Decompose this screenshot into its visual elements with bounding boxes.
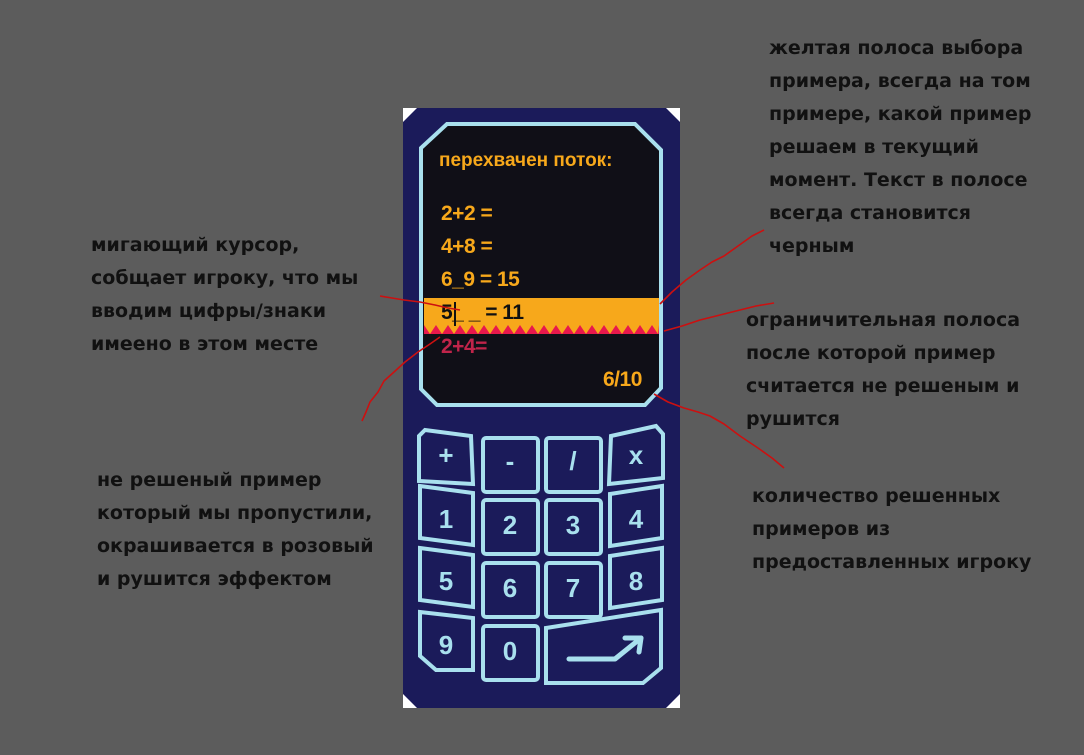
annotation-line: момент. Текст в полосе [769, 169, 1028, 191]
annotation-line: всегда становится [769, 202, 971, 224]
key-6[interactable]: 6 [483, 573, 537, 604]
annotation-line: после которой пример [746, 342, 996, 364]
annotation-line: считается не решеным и [746, 375, 1020, 397]
annotation-cursor: мигающий курсор, собщает игроку, что мы … [91, 229, 358, 361]
key-8[interactable]: 8 [609, 566, 663, 597]
score-counter: 6/10 [603, 368, 642, 391]
annotation-line: и рушится эффектом [97, 568, 332, 590]
key-1[interactable]: 1 [419, 504, 473, 535]
annotation-line: имеено в этом месте [91, 333, 319, 355]
annotation-line: примера, всегда на том [769, 70, 1031, 92]
phone-device: перехвачен поток: 2+2 = 4+8 = 6_9 = 15 5… [403, 108, 680, 708]
annotation-line: предоставленных игроку [752, 551, 1032, 573]
equation-row-unsolved: 2+4= [441, 335, 487, 358]
key-0[interactable]: 0 [483, 636, 537, 667]
annotation-line: примеров из [752, 518, 891, 540]
annotation-line: примере, какой пример [769, 103, 1032, 125]
key-enter[interactable] [546, 610, 661, 683]
annotation-limit-band: ограничительная полоса после которой при… [746, 304, 1020, 436]
key-4[interactable]: 4 [609, 504, 663, 535]
annotation-line: ограничительная полоса [746, 309, 1021, 331]
annotation-line: который мы пропустили, [97, 502, 373, 524]
annotation-line: количество решенных [752, 485, 1001, 507]
annotation-line: не решеный пример [97, 469, 322, 491]
equation-row: 2+2 = [441, 202, 493, 225]
annotation-line: вводим цифры/знаки [91, 300, 327, 322]
annotation-line: решаем в текущий [769, 136, 979, 158]
key-9[interactable]: 9 [419, 630, 473, 661]
key-minus[interactable]: - [483, 446, 537, 477]
key-multiply[interactable]: x [609, 440, 663, 471]
equation-row: 4+8 = [441, 235, 493, 258]
key-divide[interactable]: / [546, 446, 600, 477]
annotation-line: желтая полоса выбора [769, 37, 1024, 59]
screen-title: перехвачен поток: [439, 150, 613, 171]
key-3[interactable]: 3 [546, 510, 600, 541]
key-plus[interactable]: + [419, 440, 473, 471]
annotation-yellow-bar: желтая полоса выбора примера, всегда на … [769, 32, 1031, 263]
blinking-cursor [454, 302, 456, 326]
key-5[interactable]: 5 [419, 566, 473, 597]
annotation-line: рушится [746, 408, 840, 430]
annotation-line: черным [769, 235, 855, 257]
annotation-line: мигающий курсор, [91, 234, 300, 256]
annotation-unsolved: не решеный пример который мы пропустили,… [97, 464, 374, 596]
equation-row: 6_9 = 15 [441, 268, 520, 291]
annotation-line: собщает игроку, что мы [91, 267, 359, 289]
annotation-line: окрашивается в розовый [97, 535, 374, 557]
key-2[interactable]: 2 [483, 510, 537, 541]
key-7[interactable]: 7 [546, 573, 600, 604]
annotation-count: количество решенных примеров из предоста… [752, 480, 1031, 579]
